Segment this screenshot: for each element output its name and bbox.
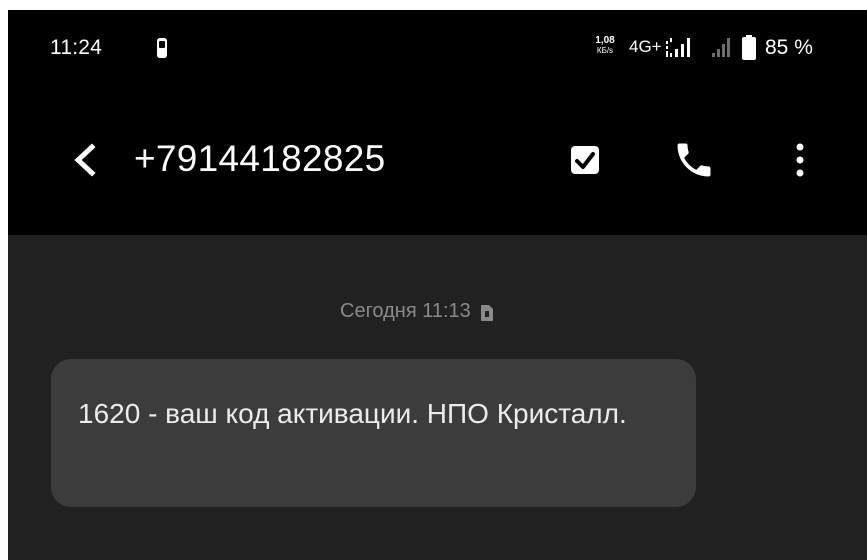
- call-icon: [677, 143, 711, 177]
- screen: 11:24 1,08 КБ/s 4G+ 85 % +79144182825 Се…: [8, 10, 867, 560]
- battery-icon: [742, 35, 756, 60]
- top-bar: 11:24 1,08 КБ/s 4G+ 85 % +79144182825: [8, 10, 867, 235]
- message-text: 1620 - ваш код активации. НПО Кристалл.: [78, 398, 627, 429]
- signal-weak-icon: [711, 37, 733, 59]
- message-bubble[interactable]: 1620 - ваш код активации. НПО Кристалл.: [51, 359, 696, 507]
- network-speed-value: 1,08: [595, 35, 615, 46]
- network-speed-unit: КБ/s: [596, 46, 614, 55]
- contact-number: +79144182825: [134, 138, 386, 179]
- status-time: 11:24: [50, 36, 102, 59]
- message-date: Сегодня 11:13: [340, 300, 493, 323]
- sim-icon: [480, 304, 493, 321]
- more-icon: [796, 143, 804, 177]
- battery-level: 85 %: [765, 36, 813, 59]
- notification-icon: [152, 37, 172, 59]
- more-options-button[interactable]: [788, 138, 812, 182]
- select-messages-button[interactable]: [565, 140, 605, 180]
- call-button[interactable]: [672, 138, 716, 182]
- message-date-text: Сегодня 11:13: [340, 300, 471, 322]
- back-button[interactable]: [66, 138, 106, 182]
- network-speed: 1,08 КБ/s: [590, 35, 620, 56]
- network-type: 4G+: [629, 37, 662, 56]
- select-icon: [571, 146, 599, 174]
- back-icon: [74, 143, 96, 177]
- signal-icon: [666, 37, 692, 59]
